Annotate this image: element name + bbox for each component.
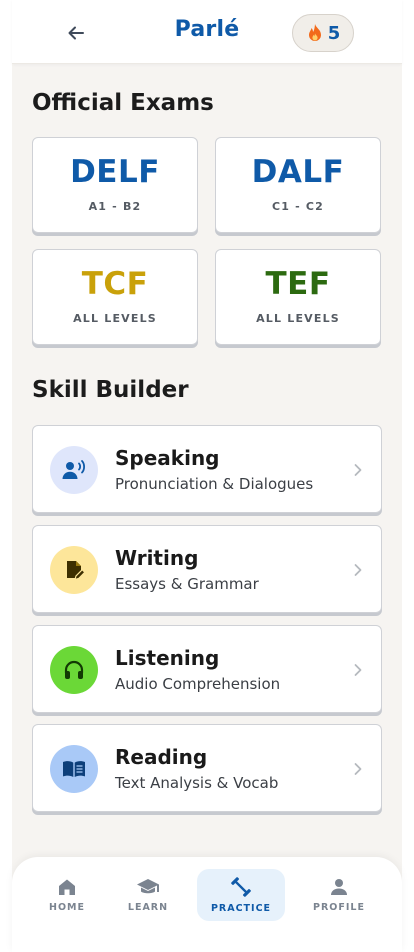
skill-title: Listening — [115, 646, 220, 670]
exam-level: C1 - C2 — [271, 200, 325, 213]
chevron-right-icon — [354, 763, 362, 775]
skill-icon-circle — [50, 646, 98, 694]
skill-subtitle: Text Analysis & Vocab — [115, 774, 279, 792]
bottom-navigation: HOME LEARN PRACTICE PROFILE — [12, 857, 402, 952]
streak-badge[interactable]: 5 — [292, 14, 354, 52]
skill-card-listening[interactable]: Listening Audio Comprehension — [32, 625, 382, 713]
nav-learn[interactable]: LEARN — [104, 869, 192, 921]
skill-title: Speaking — [115, 446, 220, 470]
skill-subtitle: Pronunciation & Dialogues — [115, 475, 314, 493]
exam-name: TEF — [265, 266, 331, 302]
book-icon — [63, 761, 85, 777]
exam-level: ALL LEVELS — [73, 312, 157, 325]
nav-label: LEARN — [127, 902, 169, 913]
official-exams-title: Official Exams — [32, 90, 214, 116]
skill-builder-title: Skill Builder — [32, 377, 189, 403]
exam-name: DELF — [70, 154, 160, 190]
skill-title: Writing — [115, 546, 199, 570]
nav-practice[interactable]: PRACTICE — [197, 869, 285, 921]
home-icon — [59, 879, 75, 895]
skill-card-reading[interactable]: Reading Text Analysis & Vocab — [32, 724, 382, 812]
skill-card-speaking[interactable]: Speaking Pronunciation & Dialogues — [32, 425, 382, 513]
app-frame: Parlé 5 Official Exams DELF A1 - B2 DALF… — [12, 0, 402, 952]
exam-card-dalf[interactable]: DALF C1 - C2 — [215, 137, 381, 233]
headphones-icon — [64, 660, 84, 679]
person-icon — [331, 879, 347, 895]
chevron-right-icon — [354, 564, 362, 576]
exam-level: ALL LEVELS — [256, 312, 340, 325]
dumbbell-icon — [231, 877, 251, 897]
skill-subtitle: Essays & Grammar — [115, 575, 259, 593]
exam-card-tcf[interactable]: TCF ALL LEVELS — [32, 249, 198, 345]
writing-icon — [67, 561, 85, 581]
exam-name: DALF — [251, 154, 345, 190]
graduation-cap-icon — [137, 879, 159, 894]
exam-name: TCF — [81, 266, 149, 302]
nav-label: PRACTICE — [210, 903, 272, 914]
nav-label: HOME — [49, 902, 85, 913]
skill-title: Reading — [115, 745, 208, 769]
exam-card-tef[interactable]: TEF ALL LEVELS — [215, 249, 381, 345]
skill-icon-circle — [50, 745, 98, 793]
exam-level: A1 - B2 — [88, 200, 142, 213]
chevron-right-icon — [354, 664, 362, 676]
flame-icon — [308, 24, 321, 41]
skill-subtitle: Audio Comprehension — [115, 675, 281, 693]
nav-profile[interactable]: PROFILE — [295, 869, 383, 921]
nav-label: PROFILE — [313, 902, 365, 913]
skill-icon-circle — [50, 546, 98, 594]
skill-icon-circle — [50, 446, 98, 494]
exam-card-delf[interactable]: DELF A1 - B2 — [32, 137, 198, 233]
nav-home[interactable]: HOME — [23, 869, 111, 921]
skill-card-writing[interactable]: Writing Essays & Grammar — [32, 525, 382, 613]
chevron-right-icon — [354, 464, 362, 476]
streak-count: 5 — [327, 22, 341, 44]
top-app-bar: Parlé 5 — [12, 0, 402, 64]
speaking-icon — [62, 460, 85, 479]
